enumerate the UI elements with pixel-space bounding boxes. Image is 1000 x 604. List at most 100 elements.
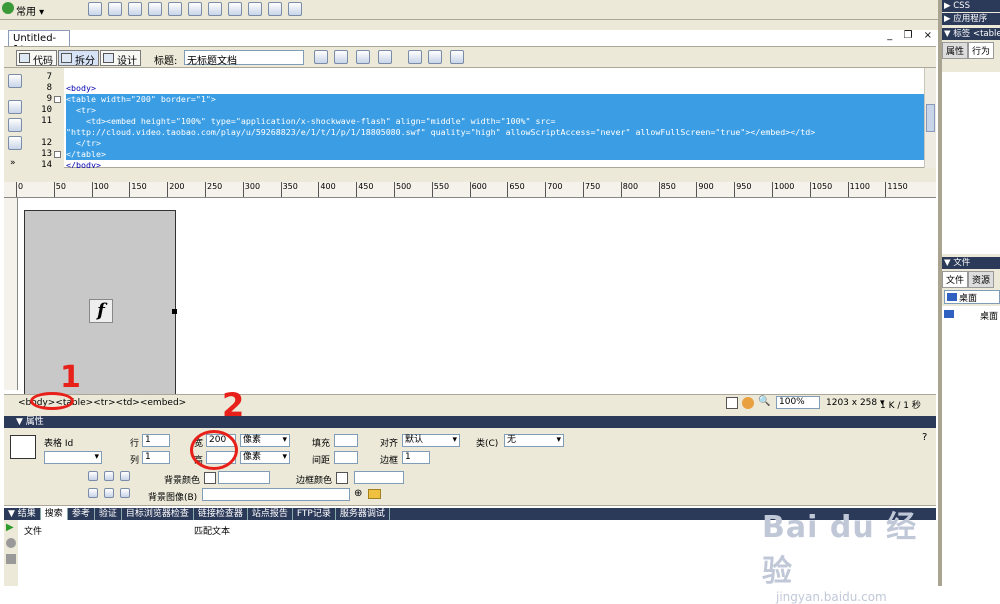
code-line[interactable]: </table> (66, 149, 924, 160)
save-report-icon[interactable] (6, 554, 16, 564)
site-select[interactable]: 桌面 (944, 290, 1000, 304)
code-scrollbar[interactable] (924, 68, 936, 168)
collapse-selection-icon[interactable] (8, 118, 22, 132)
results-panel-title[interactable]: ▼ 结果 (4, 508, 41, 520)
results-tab[interactable]: FTP记录 (293, 508, 336, 520)
convert-heights-icon[interactable] (120, 471, 130, 481)
visual-aids-icon[interactable] (450, 50, 464, 64)
border-input[interactable]: 1 (402, 451, 430, 464)
template-icon[interactable] (268, 2, 282, 16)
tab-attributes[interactable]: 属性 (942, 42, 969, 59)
preview-icon[interactable] (378, 50, 392, 64)
pixel-widths-icon[interactable] (104, 488, 114, 498)
convert-widths-icon[interactable] (104, 471, 114, 481)
results-col-match[interactable]: 匹配文本 (194, 524, 230, 537)
rows-input[interactable]: 1 (142, 434, 170, 447)
split-divider[interactable] (4, 168, 936, 182)
code-line[interactable]: </tr> (66, 138, 924, 149)
fold-toggle[interactable] (54, 96, 61, 103)
code-line[interactable]: <tr> (66, 105, 924, 116)
results-tab[interactable]: 参考 (68, 508, 95, 520)
zoom-select[interactable]: 100% (776, 396, 820, 409)
window-controls[interactable]: _ ❐ × (887, 30, 936, 41)
date-icon[interactable] (228, 2, 242, 16)
help-icon[interactable]: ? (922, 432, 927, 443)
bordercolor-swatch[interactable] (336, 472, 348, 484)
tab-assets[interactable]: 资源 (968, 271, 995, 288)
email-link-icon[interactable] (108, 2, 122, 16)
code-line[interactable] (66, 72, 70, 83)
class-select[interactable]: 无 (504, 434, 564, 447)
percent-widths-icon[interactable] (120, 488, 130, 498)
tab-behaviors[interactable]: 行为 (968, 42, 995, 59)
pointer-tool-icon[interactable] (726, 397, 738, 409)
resize-handle[interactable] (172, 309, 177, 314)
browser-check-icon[interactable] (334, 50, 348, 64)
results-tab[interactable]: 服务器调试 (336, 508, 390, 520)
results-col-file[interactable]: 文件 (24, 524, 42, 537)
clear-heights-icon[interactable] (88, 471, 98, 481)
align-select[interactable]: 默认 (402, 434, 460, 447)
play-icon[interactable]: ▶ (6, 522, 14, 533)
bordercolor-input[interactable] (354, 471, 404, 484)
files-panel-header[interactable]: ▼ 文件 (942, 257, 1000, 269)
tag-chooser-icon[interactable] (288, 2, 302, 16)
tag-panel-header[interactable]: ▼ 标签 <table> (942, 28, 1000, 40)
point-to-file-icon[interactable]: ⊕ (354, 488, 362, 499)
window-size[interactable]: 1203 x 258 ▾ (826, 398, 885, 408)
comment-icon[interactable] (248, 2, 262, 16)
image-icon[interactable] (188, 2, 202, 16)
table-id-select[interactable] (44, 451, 102, 464)
code-line[interactable]: "http://cloud.video.taobao.com/play/u/59… (66, 127, 924, 138)
app-panel-header[interactable]: ▶ 应用程序 (942, 13, 1000, 25)
zoom-tool-icon[interactable]: 🔍 (758, 396, 770, 407)
spacing-input[interactable] (334, 451, 358, 464)
fold-toggle[interactable] (54, 151, 61, 158)
insert-category-dropdown[interactable]: 常用 ▾ (16, 3, 44, 18)
bgcolor-swatch[interactable] (204, 472, 216, 484)
expand-all-icon[interactable] (8, 136, 22, 150)
open-documents-icon[interactable] (8, 74, 22, 88)
padding-input[interactable] (334, 434, 358, 447)
file-management-icon[interactable] (314, 50, 328, 64)
stop-icon[interactable] (6, 538, 16, 548)
results-tab[interactable]: 搜索 (40, 508, 68, 520)
code-view-button[interactable]: 代码 (16, 50, 57, 67)
bgcolor-input[interactable] (218, 471, 270, 484)
width-unit-select[interactable]: 像素 (240, 434, 290, 447)
bgimage-input[interactable] (202, 488, 350, 501)
browse-folder-icon[interactable] (368, 489, 381, 499)
media-icon[interactable] (208, 2, 222, 16)
view-options-icon[interactable] (428, 50, 442, 64)
anchor-icon[interactable] (128, 2, 142, 16)
horizontal-ruler: 0 50 100 150 200 250 300 350 400 450 500 550 600 650 7… (4, 182, 936, 198)
table-icon[interactable] (148, 2, 162, 16)
more-options-icon[interactable]: » (10, 158, 16, 168)
validate-icon[interactable] (356, 50, 370, 64)
properties-header[interactable]: ▼ 属性 (4, 416, 936, 428)
code-line[interactable]: <body> (66, 83, 100, 94)
code-editor[interactable]: » 7 8 9 10 11 12 13 14 <body> <table width="200"… (4, 68, 936, 170)
results-tab[interactable]: 目标浏览器检查 (122, 508, 194, 520)
code-scroll-thumb[interactable] (926, 104, 935, 132)
results-tab[interactable]: 链接检查器 (194, 508, 248, 520)
layer-icon[interactable] (168, 2, 182, 16)
clear-widths-icon[interactable] (88, 488, 98, 498)
code-line[interactable]: <td><embed height="100%" type="applicati… (66, 116, 924, 127)
code-line[interactable]: <table width="200" border="1"> (66, 94, 924, 105)
hand-tool-icon[interactable] (742, 397, 754, 409)
document-tab[interactable]: Untitled-1* (8, 30, 70, 55)
cols-input[interactable]: 1 (142, 451, 170, 464)
design-view-button[interactable]: 设计 (100, 50, 141, 67)
collapse-tag-icon[interactable] (8, 100, 22, 114)
css-panel-header[interactable]: ▶ CSS (942, 0, 1000, 12)
refresh-icon[interactable] (408, 50, 422, 64)
hyperlink-icon[interactable] (88, 2, 102, 16)
split-view-button[interactable]: 拆分 (58, 50, 99, 67)
results-tab[interactable]: 站点报告 (248, 508, 293, 520)
height-unit-select[interactable]: 像素 (240, 451, 290, 464)
tab-files[interactable]: 文件 (942, 271, 969, 288)
results-tab[interactable]: 验证 (95, 508, 122, 520)
tree-root-label[interactable]: 桌面 (980, 309, 998, 322)
document-title-input[interactable]: 无标题文档 (184, 50, 304, 67)
